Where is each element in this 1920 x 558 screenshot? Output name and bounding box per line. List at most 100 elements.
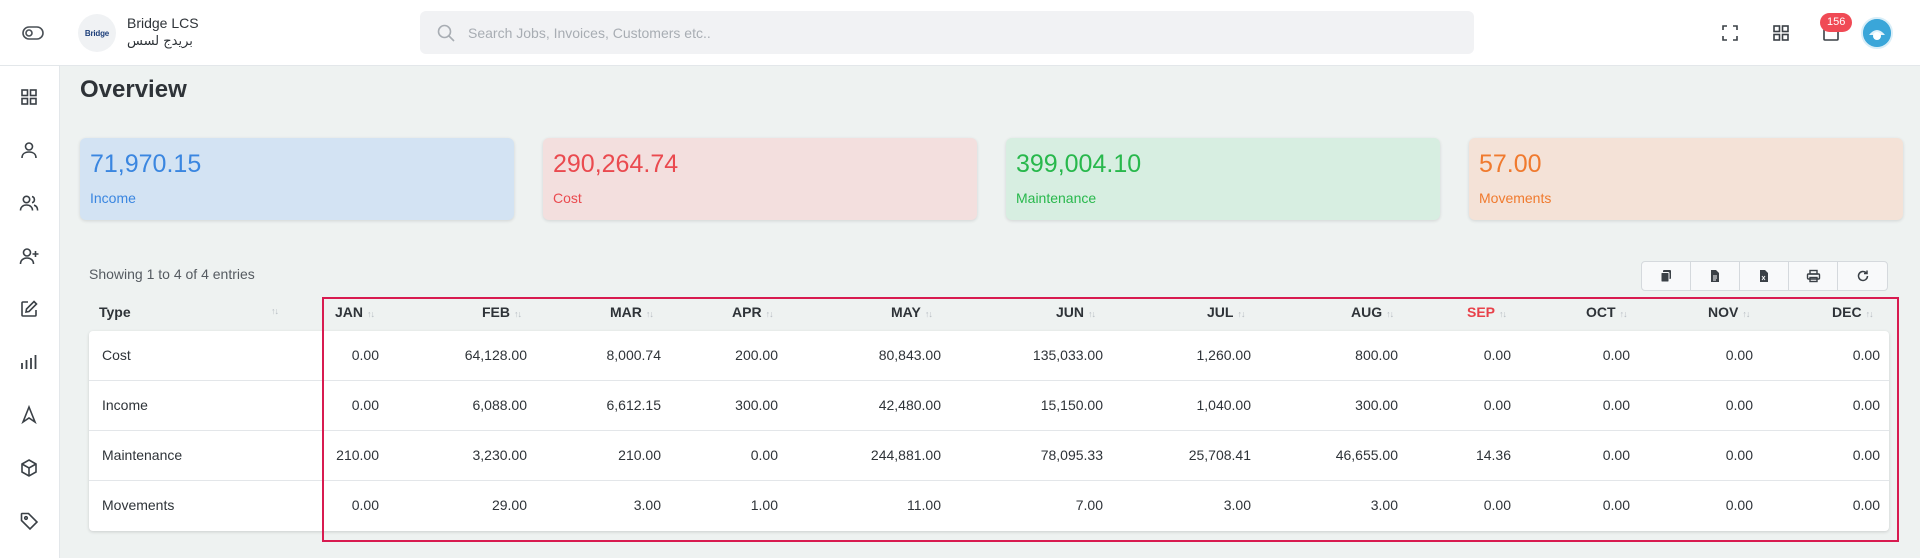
- page-title: Overview: [80, 76, 187, 103]
- column-header-type[interactable]: Type ↑↓: [99, 304, 279, 320]
- column-header-apr[interactable]: APR ↑↓: [732, 304, 774, 320]
- bar-chart-icon: [21, 355, 37, 369]
- column-header-jul[interactable]: JUL ↑↓: [1207, 304, 1245, 320]
- table-cell-jun: 135,033.00: [1032, 347, 1103, 363]
- table-row: Movements 0.00 29.00 3.00 1.00 11.00 7.00 3.00 3…: [89, 481, 1889, 531]
- table-cell-may: 80,843.00: [878, 347, 941, 363]
- table-cell-nov: 0.00: [1725, 347, 1753, 363]
- print-button[interactable]: [1789, 262, 1838, 290]
- table-cell-mar: 3.00: [633, 497, 661, 513]
- sort-icon: ↑↓: [1742, 309, 1750, 319]
- package-icon: [21, 459, 37, 477]
- column-label: OCT: [1586, 304, 1616, 320]
- card-label: Income: [90, 190, 136, 206]
- sidebar-item-packages[interactable]: [18, 457, 40, 479]
- sort-icon: ↑↓: [1386, 309, 1394, 319]
- column-header-jun[interactable]: JUN ↑↓: [1056, 304, 1096, 320]
- card-cost: 290,264.74 Cost: [543, 138, 977, 220]
- table-cell-aug: 3.00: [1370, 497, 1398, 513]
- company-name-arabic: بريدج لسس: [127, 34, 193, 49]
- column-header-jan[interactable]: JAN ↑↓: [335, 304, 375, 320]
- search-input[interactable]: [468, 24, 1368, 41]
- top-bar: Bridge Bridge LCS بريدج لسس 156: [0, 0, 1920, 66]
- column-header-oct[interactable]: OCT ↑↓: [1586, 304, 1628, 320]
- row-type: Cost: [102, 347, 131, 363]
- card-value: 399,004.10: [1016, 150, 1142, 178]
- table-cell-jan: 210.00: [336, 447, 379, 463]
- card-income: 71,970.15 Income: [80, 138, 514, 220]
- table-cell-mar: 6,612.15: [606, 397, 662, 413]
- sidebar-item-navigation[interactable]: [18, 404, 40, 426]
- table-cell-dec: 0.00: [1852, 397, 1880, 413]
- sidebar-item-tags[interactable]: [18, 510, 40, 532]
- column-header-dec[interactable]: DEC ↑↓: [1832, 304, 1874, 320]
- navigation-icon: [21, 404, 37, 425]
- sort-icon: ↑↓: [271, 306, 279, 316]
- column-label: JUL: [1207, 304, 1234, 320]
- column-header-nov[interactable]: NOV ↑↓: [1708, 304, 1750, 320]
- table-cell-feb: 3,230.00: [472, 447, 528, 463]
- column-header-sep[interactable]: SEP ↑↓: [1467, 304, 1507, 320]
- card-maintenance: 399,004.10 Maintenance: [1006, 138, 1440, 220]
- file-icon: [1711, 270, 1719, 282]
- refresh-button[interactable]: [1838, 262, 1887, 290]
- sort-icon: ↑↓: [1619, 309, 1628, 319]
- table-cell-aug: 46,655.00: [1335, 447, 1398, 463]
- column-header-mar[interactable]: MAR ↑↓: [610, 304, 654, 320]
- sort-icon: ↑↓: [367, 309, 375, 319]
- table-cell-jan: 0.00: [351, 397, 379, 413]
- excel-button[interactable]: [1740, 262, 1789, 290]
- card-value: 57.00: [1479, 150, 1542, 178]
- table-cell-dec: 0.00: [1852, 447, 1880, 463]
- sort-icon: ↑↓: [645, 309, 654, 319]
- column-header-feb[interactable]: FEB ↑↓: [482, 304, 522, 320]
- company-name: Bridge LCS: [127, 15, 199, 31]
- sort-icon: ↑↓: [924, 309, 933, 319]
- data-table: Cost 0.00 64,128.00 8,000.74 200.00 80,843.00…: [89, 331, 1889, 531]
- table-cell-may: 11.00: [907, 497, 941, 513]
- fullscreen-icon[interactable]: [1719, 22, 1741, 44]
- company-logo[interactable]: Bridge: [78, 14, 116, 52]
- table-cell-nov: 0.00: [1725, 497, 1753, 513]
- sidebar: [0, 66, 60, 558]
- column-label: MAY: [891, 304, 921, 320]
- table-cell-jul: 25,708.41: [1188, 447, 1251, 463]
- user-icon: [21, 142, 37, 159]
- table-cell-oct: 0.00: [1602, 347, 1630, 363]
- sidebar-toggle-icon[interactable]: [20, 22, 46, 44]
- sidebar-item-users[interactable]: [18, 192, 40, 214]
- sort-icon: ↑↓: [1088, 309, 1096, 319]
- column-header-may[interactable]: MAY ↑↓: [891, 304, 933, 320]
- column-label: NOV: [1708, 304, 1739, 320]
- copy-icon: [1660, 270, 1671, 283]
- sidebar-item-dashboard[interactable]: [18, 86, 40, 108]
- excel-file-icon: [1760, 270, 1768, 282]
- sidebar-item-user[interactable]: [18, 139, 40, 161]
- table-cell-oct: 0.00: [1602, 397, 1630, 413]
- edit-icon: [21, 300, 38, 317]
- user-avatar[interactable]: [1861, 17, 1893, 49]
- table-cell-jan: 0.00: [351, 497, 379, 513]
- table-info: Showing 1 to 4 of 4 entries: [89, 266, 255, 282]
- sort-icon: ↑↓: [514, 309, 522, 319]
- sidebar-item-add-user[interactable]: [18, 245, 40, 267]
- apps-grid-icon[interactable]: [1770, 22, 1792, 44]
- card-label: Movements: [1479, 190, 1552, 206]
- row-type: Movements: [102, 497, 175, 513]
- column-label: FEB: [482, 304, 510, 320]
- table-cell-jun: 7.00: [1075, 497, 1103, 513]
- csv-button[interactable]: [1691, 262, 1740, 290]
- search-bar[interactable]: [420, 11, 1474, 54]
- sidebar-item-edit[interactable]: [18, 298, 40, 320]
- table-cell-mar: 210.00: [618, 447, 661, 463]
- notification-badge[interactable]: 156: [1820, 13, 1853, 32]
- sidebar-item-reports[interactable]: [18, 351, 40, 373]
- column-header-aug[interactable]: AUG ↑↓: [1351, 304, 1394, 320]
- card-label: Maintenance: [1016, 190, 1097, 206]
- table-cell-may: 42,480.00: [878, 397, 941, 413]
- table-cell-nov: 0.00: [1725, 447, 1753, 463]
- copy-button[interactable]: [1642, 262, 1691, 290]
- column-label: JAN: [335, 304, 364, 320]
- table-cell-feb: 29.00: [491, 497, 527, 513]
- table-cell-mar: 8,000.74: [606, 347, 662, 363]
